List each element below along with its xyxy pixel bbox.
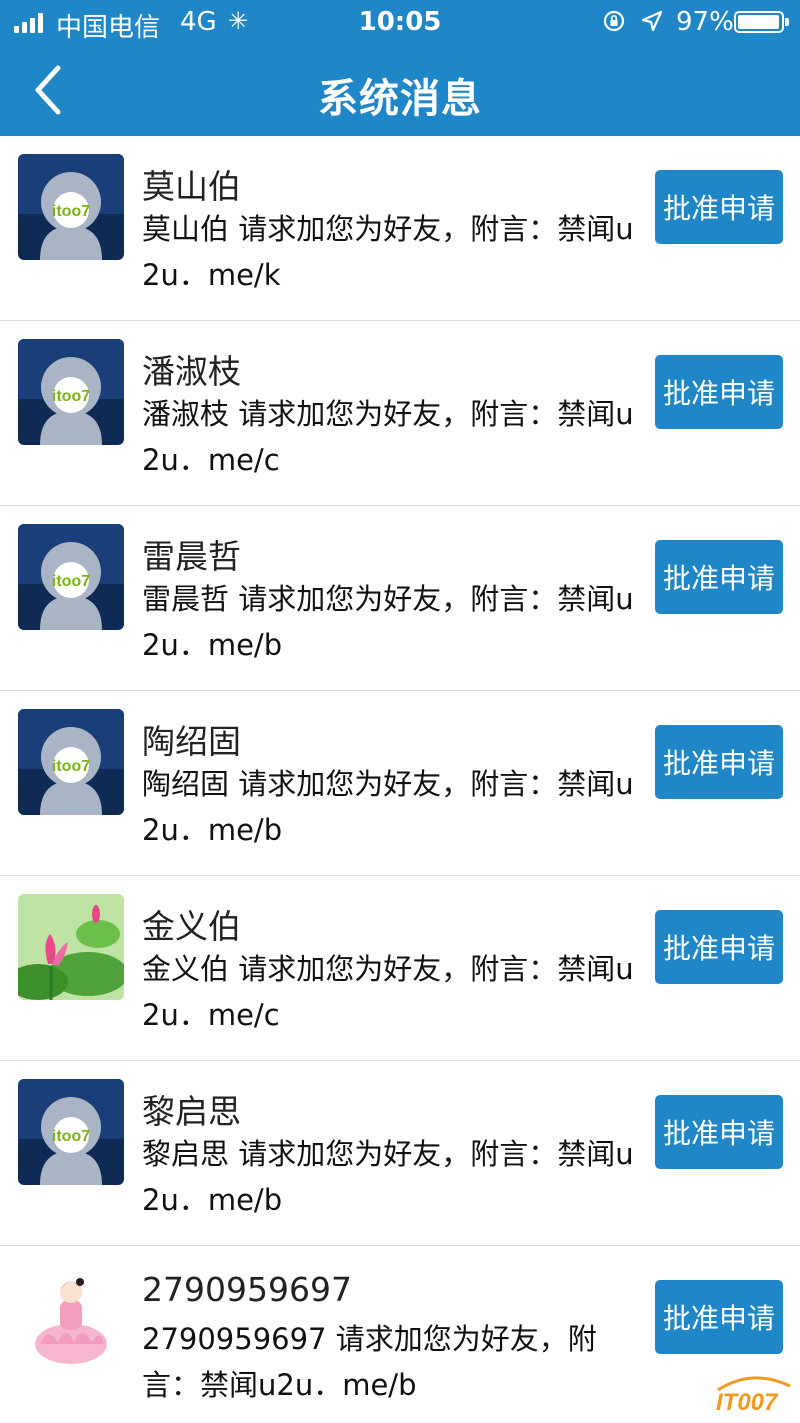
- avatar[interactable]: [18, 894, 124, 1000]
- itoo7-logo-text: itoo7: [52, 758, 90, 775]
- message-row[interactable]: itoo7 陶绍固陶绍固 请求加您为好友，附言：禁闻u2u．me/b 批准申请: [0, 691, 800, 876]
- sender-name: 潘淑枝: [142, 352, 241, 391]
- nav-bar: 系统消息: [0, 44, 800, 136]
- approve-request-button[interactable]: 批准申请: [655, 540, 783, 614]
- message-row[interactable]: itoo7 黎启思黎启思 请求加您为好友，附言：禁闻u2u．me/b 批准申请: [0, 1061, 800, 1246]
- message-row[interactable]: itoo7 潘淑枝潘淑枝 请求加您为好友，附言：禁闻u2u．me/c 批准申请: [0, 321, 800, 506]
- message-row[interactable]: itoo7 莫山伯莫山伯 请求加您为好友，附言：禁闻u2u．me/k 批准申请: [0, 136, 800, 321]
- avatar[interactable]: [18, 1264, 124, 1370]
- avatar[interactable]: itoo7: [18, 339, 124, 445]
- approve-request-button[interactable]: 批准申请: [655, 170, 783, 244]
- avatar[interactable]: itoo7: [18, 1079, 124, 1185]
- rotation-lock-icon: [603, 10, 625, 32]
- message-list: itoo7 莫山伯 莫山伯 请求加您为好友，附言：禁闻u2u．me/k 批准申请 ito…: [0, 136, 800, 1423]
- app-header: 中国电信 4G ✳ 10:05 97% 系统消息: [0, 0, 800, 136]
- sender-name: 金义伯: [142, 907, 241, 946]
- itoo7-logo-text: itoo7: [52, 1128, 90, 1145]
- approve-request-button[interactable]: 批准申请: [655, 355, 783, 429]
- message-row[interactable]: 金义伯金义伯 请求加您为好友，附言：禁闻u2u．me/c 批准申请: [0, 876, 800, 1061]
- sender-name: 黎启思: [142, 1092, 241, 1131]
- it007-watermark-logo: IT007: [716, 1376, 791, 1416]
- avatar[interactable]: itoo7: [18, 154, 124, 260]
- request-text: 莫山伯 请求加您为好友，附言：禁闻u2u．me/k: [142, 212, 634, 292]
- itoo7-logo-text: itoo7: [52, 203, 90, 220]
- page-title: 系统消息: [318, 76, 482, 122]
- sender-name: 莫山伯: [142, 167, 241, 206]
- request-text: 陶绍固 请求加您为好友，附言：禁闻u2u．me/b: [142, 767, 634, 847]
- battery-icon: [734, 11, 789, 33]
- request-text: 潘淑枝 请求加您为好友，附言：禁闻u2u．me/c: [142, 397, 634, 477]
- message-row[interactable]: itoo7 雷晨哲雷晨哲 请求加您为好友，附言：禁闻u2u．me/b 批准申请: [0, 506, 800, 691]
- location-arrow-icon: [641, 10, 663, 32]
- approve-request-button[interactable]: 批准申请: [655, 1095, 783, 1169]
- battery-percent: 97%: [676, 7, 734, 37]
- request-text: 2790959697 请求加您为好友，附言：禁闻u2u．me/b: [142, 1322, 597, 1402]
- message-row[interactable]: 2790959697 2790959697 请求加您为好友，附言：禁闻u2u．me…: [0, 1246, 800, 1423]
- request-text: 雷晨哲 请求加您为好友，附言：禁闻u2u．me/b: [142, 582, 634, 662]
- svg-text:IT007: IT007: [716, 1389, 779, 1416]
- sender-name: 陶绍固: [142, 722, 241, 761]
- itoo7-logo-text: itoo7: [52, 573, 90, 590]
- avatar[interactable]: itoo7: [18, 709, 124, 815]
- sender-name: 雷晨哲: [142, 537, 241, 576]
- avatar[interactable]: itoo7: [18, 524, 124, 630]
- request-text: 金义伯 请求加您为好友，附言：禁闻u2u．me/c: [142, 952, 634, 1032]
- request-text: 黎启思 请求加您为好友，附言：禁闻u2u．me/b: [142, 1137, 634, 1217]
- itoo7-logo-text: itoo7: [52, 388, 90, 405]
- sender-name: 2790959697: [142, 1270, 352, 1309]
- status-bar: 中国电信 4G ✳ 10:05 97%: [0, 0, 800, 44]
- approve-request-button[interactable]: 批准申请: [655, 725, 783, 799]
- approve-request-button[interactable]: 批准申请: [655, 1280, 783, 1354]
- approve-request-button[interactable]: 批准申请: [655, 910, 783, 984]
